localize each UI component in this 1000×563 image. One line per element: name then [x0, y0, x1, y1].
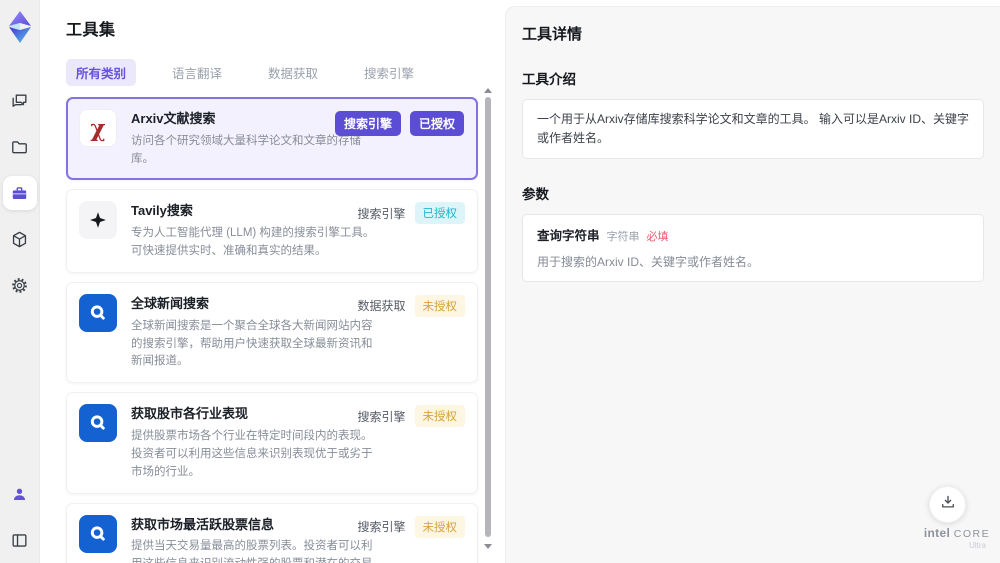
sidebar-item-settings[interactable]	[3, 268, 37, 302]
tool-description: 访问各个研究领域大量科学论文和文章的存储库。	[131, 134, 361, 165]
tool-icon	[79, 293, 117, 332]
tool-detail-panel: 工具详情 工具介绍 一个用于从Arxiv存储库搜索科学论文和文章的工具。 输入可…	[505, 6, 1000, 563]
sparkle-icon	[90, 212, 106, 229]
tool-card[interactable]: 获取市场最活跃股票信息 提供当天交易量最高的股票列表。投资者可以利用这些信息来识…	[66, 502, 478, 563]
sidebar-item-collapse[interactable]	[3, 523, 37, 557]
intro-text: 一个用于从Arxiv存储库搜索科学论文和文章的工具。 输入可以是Arxiv ID…	[537, 112, 970, 146]
arxiv-logo-icon: χ	[90, 114, 106, 142]
tool-status-badge: 已授权	[409, 111, 464, 136]
sidebar-item-chat[interactable]	[3, 84, 37, 118]
tool-list-scrollbar[interactable]	[484, 88, 492, 549]
tool-category-badge: 搜索引擎	[357, 409, 406, 424]
tool-icon	[79, 514, 117, 553]
cube-icon	[10, 230, 29, 249]
tool-icon	[79, 201, 117, 240]
brand-intel: intel	[923, 526, 951, 540]
tool-description: 专为人工智能代理 (LLM) 构建的搜索引擎工具。可快速提供实时、准确和真实的结…	[131, 227, 375, 258]
news-search-icon	[90, 305, 105, 320]
intel-core-logo: intel CORE Ultra	[922, 526, 992, 550]
brand-core: CORE	[953, 528, 991, 540]
param-name: 查询字符串	[537, 229, 600, 244]
user-icon	[10, 485, 29, 504]
tab-language-translation[interactable]: 语言翻译	[162, 59, 232, 86]
tool-category-badge: 搜索引擎	[357, 206, 406, 221]
sidebar-item-files[interactable]	[3, 130, 37, 164]
tool-description: 全球新闻搜索是一个聚合全球各大新闻网站内容的搜索引擎，帮助用户快速获取全球最新资…	[131, 319, 373, 368]
category-tabs: 所有类别 语言翻译 数据获取 搜索引擎	[66, 59, 505, 86]
tool-icon: χ	[79, 109, 117, 147]
tool-collection-panel: 工具集 所有类别 语言翻译 数据获取 搜索引擎 χ Arxiv文献搜索 访问各个…	[40, 0, 505, 563]
intro-box: 一个用于从Arxiv存储库搜索科学论文和文章的工具。 输入可以是Arxiv ID…	[522, 99, 984, 160]
tool-card[interactable]: Tavily搜索 专为人工智能代理 (LLM) 构建的搜索引擎工具。可快速提供实…	[66, 189, 478, 273]
param-box: 查询字符串 字符串 必填 用于搜索的Arxiv ID、关键字或作者姓名。	[522, 214, 984, 283]
sidebar-item-tools[interactable]	[2, 176, 37, 210]
intro-heading: 工具介绍	[522, 72, 576, 87]
tool-description: 提供当天交易量最高的股票列表。投资者可以利用这些信息来识别流动性强的股票和潜在的…	[131, 540, 373, 563]
tool-description: 提供股票市场各个行业在特定时间段内的表现。投资者可以利用这些信息来识别表现优于或…	[131, 430, 373, 478]
brand-ultra: Ultra	[969, 541, 986, 550]
tool-category-badge: 搜索引擎	[334, 111, 401, 136]
chat-icon	[10, 92, 29, 111]
tool-status-badge: 未授权	[414, 405, 465, 428]
scroll-down-icon[interactable]	[484, 544, 492, 549]
tool-card[interactable]: 全球新闻搜索 全球新闻搜索是一个聚合全球各大新闻网站内容的搜索引擎，帮助用户快速…	[66, 281, 478, 384]
param-required-badge: 必填	[646, 231, 669, 244]
tab-data-fetching[interactable]: 数据获取	[258, 59, 328, 86]
stock-search-icon	[90, 415, 105, 430]
tool-card[interactable]: 获取股市各行业表现 提供股票市场各个行业在特定时间段内的表现。投资者可以利用这些…	[66, 392, 478, 494]
tool-category-badge: 搜索引擎	[357, 520, 406, 534]
panel-toggle-icon	[10, 531, 29, 550]
gear-icon	[10, 276, 29, 295]
sidebar-item-account[interactable]	[3, 477, 37, 511]
briefcase-icon	[10, 184, 29, 203]
tool-status-badge: 未授权	[414, 515, 465, 538]
params-heading: 参数	[522, 187, 549, 203]
download-button[interactable]	[929, 486, 966, 523]
sidebar-item-packages[interactable]	[3, 222, 37, 256]
scroll-up-icon[interactable]	[484, 88, 492, 93]
tab-search-engine[interactable]: 搜索引擎	[354, 59, 424, 86]
page-title: 工具集	[66, 22, 116, 39]
app-logo-icon[interactable]	[5, 10, 35, 44]
param-type: 字符串	[606, 231, 640, 244]
download-icon	[939, 493, 957, 516]
scrollbar-thumb[interactable]	[485, 97, 491, 537]
folder-icon	[10, 138, 29, 157]
tool-category-badge: 数据获取	[357, 299, 406, 314]
tab-all-categories[interactable]: 所有类别	[66, 59, 137, 86]
tool-icon	[79, 404, 117, 443]
tool-status-badge: 已授权	[414, 202, 465, 225]
tool-status-badge: 未授权	[414, 294, 465, 317]
detail-title: 工具详情	[522, 26, 583, 43]
sidebar-rail	[0, 0, 40, 563]
param-description: 用于搜索的Arxiv ID、关键字或作者姓名。	[537, 255, 760, 270]
tool-card[interactable]: χ Arxiv文献搜索 访问各个研究领域大量科学论文和文章的存储库。 搜索引擎 …	[66, 97, 478, 181]
stock-search-icon	[90, 525, 105, 541]
tool-list: χ Arxiv文献搜索 访问各个研究领域大量科学论文和文章的存储库。 搜索引擎 …	[66, 97, 478, 563]
